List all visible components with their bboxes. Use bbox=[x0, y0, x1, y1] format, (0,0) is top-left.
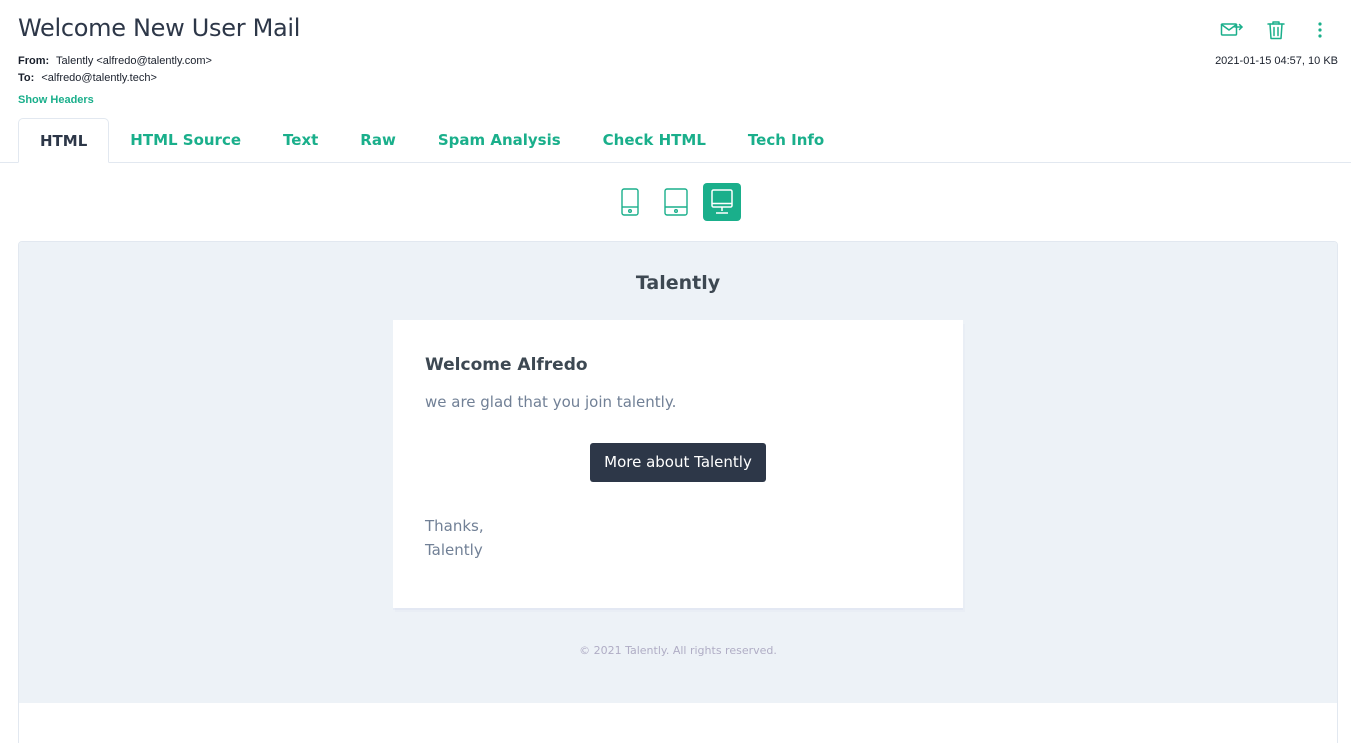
to-label: To: bbox=[18, 72, 35, 84]
email-brand[interactable]: Talently bbox=[19, 272, 1337, 294]
tab-tech-info[interactable]: Tech Info bbox=[727, 118, 845, 163]
from-label: From: bbox=[18, 55, 50, 67]
tab-text[interactable]: Text bbox=[262, 118, 339, 163]
date-size: 2021-01-15 04:57, 10 KB bbox=[1215, 55, 1338, 67]
more-about-button[interactable]: More about Talently bbox=[590, 443, 766, 482]
email-card: Welcome Alfredo we are glad that you joi… bbox=[393, 320, 963, 608]
trash-icon[interactable] bbox=[1263, 18, 1289, 42]
tab-check-html[interactable]: Check HTML bbox=[582, 118, 727, 163]
tab-html[interactable]: HTML bbox=[18, 118, 110, 163]
more-vertical-icon[interactable] bbox=[1307, 18, 1333, 42]
email-body-background: Talently Welcome Alfredo we are glad tha… bbox=[19, 242, 1337, 703]
from-value: Talently <alfredo@talently.com> bbox=[56, 55, 212, 67]
tab-spam-analysis[interactable]: Spam Analysis bbox=[417, 118, 582, 163]
tab-html-source[interactable]: HTML Source bbox=[109, 118, 262, 163]
to-line: To: <alfredo@talently.tech> bbox=[18, 72, 157, 84]
signature-line-2: Talently bbox=[425, 541, 483, 559]
to-value: <alfredo@talently.tech> bbox=[41, 72, 157, 84]
mobile-view-button[interactable] bbox=[611, 183, 649, 221]
email-footer: © 2021 Talently. All rights reserved. bbox=[579, 644, 777, 657]
tab-raw[interactable]: Raw bbox=[339, 118, 417, 163]
from-line: From: Talently <alfredo@talently.com> bbox=[18, 55, 212, 67]
signature-line-1: Thanks, bbox=[425, 517, 484, 535]
view-tabs: HTML HTML Source Text Raw Spam Analysis … bbox=[18, 118, 1351, 163]
mobile-icon bbox=[620, 188, 639, 216]
desktop-view-button[interactable] bbox=[702, 183, 741, 221]
email-greeting: Welcome Alfredo bbox=[425, 355, 588, 375]
email-message: we are glad that you join talently. bbox=[425, 393, 677, 411]
desktop-icon bbox=[710, 189, 733, 214]
email-signature: Thanks, Talently bbox=[425, 514, 484, 562]
tablet-view-button[interactable] bbox=[657, 183, 695, 221]
show-headers-link[interactable]: Show Headers bbox=[18, 94, 94, 106]
forward-icon[interactable] bbox=[1219, 18, 1245, 42]
device-switcher bbox=[0, 183, 1351, 221]
email-actions bbox=[1219, 18, 1333, 42]
tablet-icon bbox=[663, 188, 688, 216]
email-subject: Welcome New User Mail bbox=[18, 14, 301, 42]
email-preview: Talently Welcome Alfredo we are glad tha… bbox=[18, 241, 1338, 743]
